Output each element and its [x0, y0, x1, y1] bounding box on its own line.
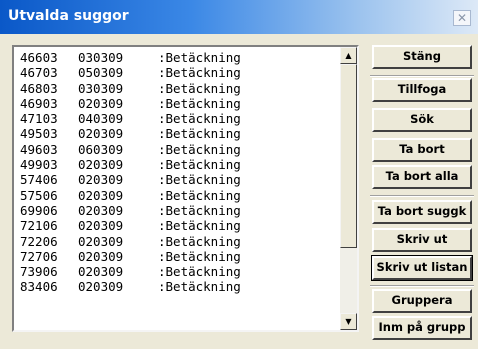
date: 020309 — [78, 233, 124, 249]
list-item[interactable]: 57406 020309 :Betäckning — [20, 172, 342, 187]
list-item[interactable]: 46703 050309 :Betäckning — [20, 65, 342, 80]
list-item[interactable]: 69906 020309 :Betäckning — [20, 203, 342, 218]
sow-id: 49603 — [20, 141, 58, 157]
ta-bort-alla-button[interactable]: Ta bort alla — [372, 165, 472, 189]
status: :Betäckning — [158, 233, 241, 249]
sow-id: 46703 — [20, 65, 58, 81]
list-item[interactable]: 49903 020309 :Betäckning — [20, 157, 342, 172]
sow-id: 83406 — [20, 279, 58, 295]
status: :Betäckning — [158, 157, 241, 173]
list-item[interactable]: 49603 060309 :Betäckning — [20, 142, 342, 157]
date: 020309 — [78, 202, 124, 218]
title-bar[interactable]: Utvalda suggor ✕ — [0, 0, 478, 34]
vertical-scrollbar[interactable]: ▲ ▼ — [340, 47, 357, 330]
window-title: Utvalda suggor — [8, 8, 129, 24]
sow-id: 72706 — [20, 248, 58, 264]
date: 020309 — [78, 126, 124, 142]
status: :Betäckning — [158, 218, 241, 234]
date: 020309 — [78, 187, 124, 203]
sow-listbox[interactable]: 46603 030309 :Betäckning 46703 050309 :Betäck… — [12, 45, 359, 332]
status: :Betäckning — [158, 95, 241, 111]
status: :Betäckning — [158, 111, 241, 127]
skriv-ut-listan-button[interactable]: Skriv ut listan — [371, 255, 473, 281]
date: 020309 — [78, 157, 124, 173]
separator — [370, 285, 474, 287]
status: :Betäckning — [158, 264, 241, 280]
separator — [370, 195, 474, 197]
list-item[interactable]: 73906 020309 :Betäckning — [20, 264, 342, 279]
sow-id: 72206 — [20, 233, 58, 249]
sow-id: 49503 — [20, 126, 58, 142]
separator — [370, 75, 474, 77]
list-item[interactable]: 57506 020309 :Betäckning — [20, 188, 342, 203]
sow-id: 46903 — [20, 95, 58, 111]
close-button[interactable]: ✕ — [453, 10, 471, 26]
inm-pa-grupp-button[interactable]: Inm på grupp — [372, 316, 472, 340]
status: :Betäckning — [158, 202, 241, 218]
date: 020309 — [78, 248, 124, 264]
sow-id: 47103 — [20, 111, 58, 127]
sow-id: 46803 — [20, 80, 58, 96]
scroll-down-button[interactable]: ▼ — [340, 313, 357, 330]
gruppera-button[interactable]: Gruppera — [372, 289, 472, 313]
date: 020309 — [78, 95, 124, 111]
ta-bort-suggk-button[interactable]: Ta bort suggk — [372, 200, 472, 224]
date: 020309 — [78, 279, 124, 295]
date: 060309 — [78, 141, 124, 157]
dialog-window: Utvalda suggor ✕ 46603 030309:Betäckning 4… — [0, 0, 478, 349]
arrow-up-icon: ▲ — [345, 51, 352, 60]
status: :Betäckning — [158, 172, 241, 188]
sow-id: 57506 — [20, 187, 58, 203]
list-item[interactable]: 46903 020309 :Betäckning — [20, 96, 342, 111]
date: 020309 — [78, 218, 124, 234]
sow-id: 72106 — [20, 218, 58, 234]
status: :Betäckning — [158, 80, 241, 96]
list-item[interactable]: 83406 020309 :Betäckning — [20, 279, 342, 294]
scroll-thumb[interactable] — [340, 64, 357, 248]
ta-bort-button[interactable]: Ta bort — [372, 138, 472, 162]
date: 040309 — [78, 111, 124, 127]
close-icon: ✕ — [456, 11, 468, 25]
date: 050309 — [78, 65, 124, 81]
sok-button[interactable]: Sök — [372, 108, 472, 132]
list-item[interactable]: 72106 020309 :Betäckning — [20, 218, 342, 233]
list-item[interactable]: 72706 020309 :Betäckning — [20, 249, 342, 264]
date: 020309 — [78, 172, 124, 188]
sow-id: 46603 — [20, 50, 58, 65]
tillfoga-button[interactable]: Tillfoga — [372, 78, 472, 102]
date: 020309 — [78, 264, 124, 280]
arrow-down-icon: ▼ — [345, 317, 352, 326]
status: :Betäckning — [158, 126, 241, 142]
list-rows: 46603 030309 :Betäckning 46703 050309 :Betäck… — [20, 50, 342, 295]
list-item[interactable]: 46603 030309 :Betäckning — [20, 50, 342, 65]
skriv-ut-button[interactable]: Skriv ut — [372, 228, 472, 252]
list-item[interactable]: 46803 030309 :Betäckning — [20, 81, 342, 96]
date: 030309 — [78, 80, 124, 96]
sow-id: 57406 — [20, 172, 58, 188]
status: :Betäckning — [158, 65, 241, 81]
list-item[interactable]: 47103 040309 :Betäckning — [20, 111, 342, 126]
status: :Betäckning — [158, 50, 241, 65]
sow-id: 69906 — [20, 202, 58, 218]
sow-id: 73906 — [20, 264, 58, 280]
scroll-up-button[interactable]: ▲ — [340, 47, 357, 64]
list-item[interactable]: 72206 020309 :Betäckning — [20, 234, 342, 249]
status: :Betäckning — [158, 248, 241, 264]
stang-button[interactable]: Stäng — [372, 45, 472, 69]
status: :Betäckning — [158, 187, 241, 203]
status: :Betäckning — [158, 279, 241, 295]
date: 030309 — [78, 50, 124, 65]
sow-id: 49903 — [20, 157, 58, 173]
list-item[interactable]: 49503 020309 :Betäckning — [20, 126, 342, 141]
status: :Betäckning — [158, 141, 241, 157]
